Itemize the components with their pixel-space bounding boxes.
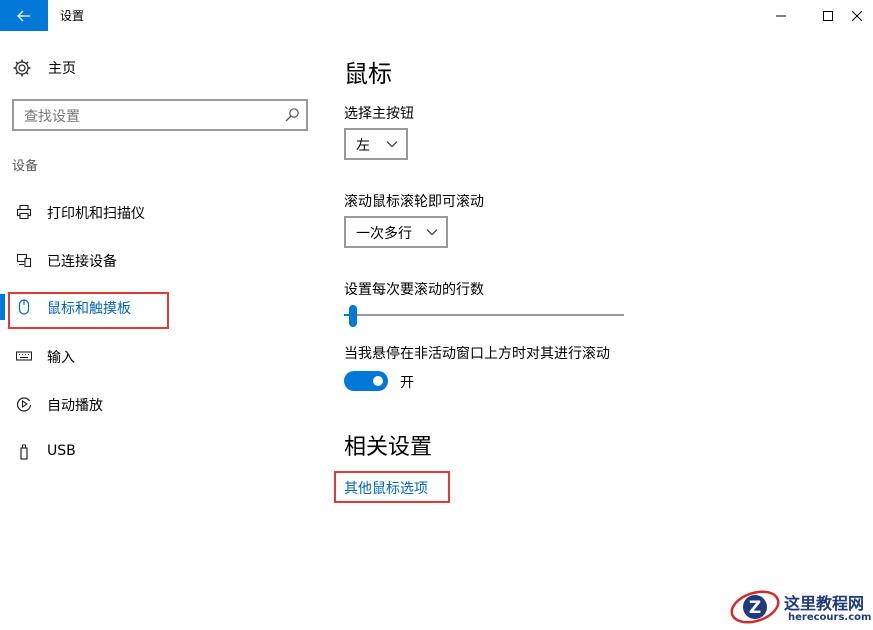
sidebar-item-label: 自动播放	[47, 398, 103, 414]
inactive-scroll-toggle[interactable]	[344, 371, 388, 391]
scroll-wheel-value: 一次多行	[356, 226, 412, 242]
sidebar-item-typing[interactable]: 输入	[0, 338, 320, 374]
sidebar-item-label: 已连接设备	[47, 254, 117, 270]
search-box[interactable]: 查找设置	[12, 99, 308, 131]
svg-text:Z: Z	[749, 598, 761, 618]
scroll-lines-label: 设置每次要滚动的行数	[344, 282, 484, 298]
watermark-en-text: herecours.com	[788, 612, 872, 623]
nav-home-label: 主页	[48, 61, 76, 77]
printer-icon	[16, 204, 32, 220]
connected-devices-icon	[16, 253, 32, 268]
selection-indicator	[0, 294, 5, 320]
primary-button-select[interactable]: 左	[344, 128, 408, 160]
sidebar-item-label: 输入	[47, 350, 75, 366]
title-bar: 设置	[0, 0, 873, 31]
watermark-cn-text: 这里教程网	[784, 594, 865, 613]
toggle-knob	[373, 376, 383, 386]
keyboard-icon	[16, 351, 32, 361]
nav-home[interactable]: 主页	[12, 56, 76, 80]
gear-icon	[13, 59, 31, 77]
watermark-logo: Z	[730, 590, 780, 624]
inactive-scroll-label: 当我悬停在非活动窗口上方时对其进行滚动	[344, 346, 610, 362]
sidebar-item-label: USB	[47, 443, 76, 459]
chevron-down-icon	[426, 229, 438, 236]
page-title: 鼠标	[344, 60, 392, 88]
minimize-icon	[776, 15, 786, 16]
related-settings-title: 相关设置	[344, 435, 433, 460]
scroll-lines-slider-thumb[interactable]	[349, 305, 358, 327]
sidebar-item-printers[interactable]: 打印机和扫描仪	[0, 194, 320, 230]
close-button[interactable]	[840, 0, 873, 31]
sidebar-item-usb[interactable]: USB	[0, 434, 320, 470]
scroll-wheel-select[interactable]: 一次多行	[344, 216, 448, 248]
maximize-icon	[823, 10, 833, 21]
chevron-down-icon	[386, 141, 398, 148]
usb-icon	[20, 444, 28, 460]
sidebar-item-label: 打印机和扫描仪	[47, 206, 145, 222]
back-button[interactable]	[0, 0, 48, 31]
window-title: 设置	[60, 9, 85, 23]
scroll-wheel-label: 滚动鼠标滚轮即可滚动	[344, 194, 484, 210]
highlight-box-mouse	[8, 292, 169, 329]
nav-section-label: 设备	[12, 159, 39, 174]
autoplay-icon	[16, 397, 32, 412]
primary-button-value: 左	[356, 138, 370, 154]
primary-button-label: 选择主按钮	[344, 106, 414, 122]
search-placeholder: 查找设置	[24, 109, 80, 125]
sidebar-item-autoplay[interactable]: 自动播放	[0, 386, 320, 422]
scroll-lines-slider-track[interactable]	[344, 314, 624, 316]
minimize-button[interactable]	[758, 0, 804, 31]
back-arrow-icon	[17, 10, 30, 21]
sidebar-item-connected-devices[interactable]: 已连接设备	[0, 242, 320, 278]
search-icon[interactable]	[284, 107, 300, 123]
highlight-box-link	[334, 471, 450, 503]
close-icon	[851, 10, 862, 21]
watermark: Z 这里教程网 herecours.com	[724, 586, 872, 628]
inactive-scroll-state: 开	[400, 375, 414, 391]
